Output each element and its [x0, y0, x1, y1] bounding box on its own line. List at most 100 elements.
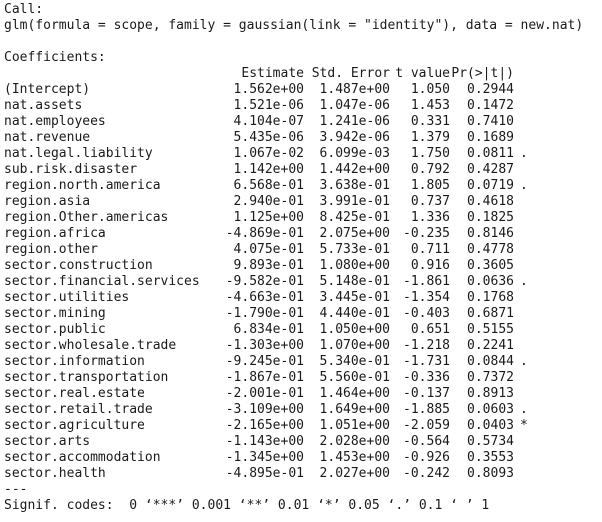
coef-t-value: -1.731 — [403, 354, 450, 369]
coef-estimate: 1.521e-06 — [233, 98, 304, 113]
coef-signif-code — [514, 114, 550, 130]
coef-name: region.africa — [4, 226, 106, 241]
header-estimate: Estimate — [241, 66, 304, 81]
coef-std-error: 3.638e-01 — [319, 178, 390, 193]
coef-std-error: 2.027e+00 — [319, 466, 390, 481]
coef-signif-code — [514, 466, 550, 482]
coef-p-value: 0.0603 — [467, 402, 514, 417]
coef-std-error: 5.733e-01 — [319, 242, 390, 257]
coef-p-value: 0.4618 — [467, 194, 514, 209]
coef-std-error: 8.425e-01 — [319, 210, 390, 225]
table-row: region.north.america 6.568e-01 3.638e-01 1.… — [4, 178, 602, 194]
table-row: sector.agriculture -2.165e+00 1.051e+00 -2.… — [4, 418, 602, 434]
coef-p-value: 0.2944 — [467, 82, 514, 97]
coefficients-header-row: Estimate Std. Error t value Pr(>|t|) — [4, 66, 602, 82]
coef-name: sector.retail.trade — [4, 402, 153, 417]
table-row: sector.accommodation -1.345e+00 1.453e+00-… — [4, 450, 602, 466]
coef-signif-code — [514, 386, 550, 402]
coef-name: sector.financial.services — [4, 274, 200, 289]
coef-estimate: -2.165e+00 — [225, 418, 304, 433]
coef-signif-code — [514, 338, 550, 354]
coef-std-error: 1.464e+00 — [319, 386, 390, 401]
coef-name: (Intercept) — [4, 82, 91, 97]
table-row: (Intercept) 1.562e+00 1.487e+00 1.050 0.2944 — [4, 82, 602, 98]
coef-signif-code — [514, 82, 550, 98]
coef-t-value: -1.885 — [403, 402, 450, 417]
coef-std-error: 5.560e-01 — [319, 370, 390, 385]
coef-name: region.other — [4, 242, 98, 257]
coef-p-value: 0.4287 — [467, 162, 514, 177]
coef-p-value: 0.0719 — [467, 178, 514, 193]
coef-p-value: 0.3605 — [467, 258, 514, 273]
table-row: sector.financial.services -9.582e-01 5.148… — [4, 274, 602, 290]
coef-p-value: 0.8146 — [467, 226, 514, 241]
table-row: sector.mining -1.790e-01 4.440e-01 -0.403 0.… — [4, 306, 602, 322]
coef-name: sector.agriculture — [4, 418, 145, 433]
coef-name: sector.mining — [4, 306, 106, 321]
coef-p-value: 0.1472 — [467, 98, 514, 113]
coef-signif-code — [514, 306, 550, 322]
coef-t-value: -1.354 — [403, 290, 450, 305]
coef-name: sector.utilities — [4, 290, 130, 305]
table-row: sub.risk.disaster 1.142e+00 1.442e+00 0.792… — [4, 162, 602, 178]
coef-p-value: 0.0636 — [467, 274, 514, 289]
coef-estimate: -1.867e-01 — [225, 370, 304, 385]
coef-estimate: -9.582e-01 — [225, 274, 304, 289]
coef-estimate: -1.143e+00 — [225, 434, 304, 449]
table-row: nat.employees 4.104e-07 1.241e-06 0.331 0.74… — [4, 114, 602, 130]
coef-t-value: 1.379 — [410, 130, 450, 145]
coef-p-value: 0.7410 — [467, 114, 514, 129]
coef-name: sector.wholesale.trade — [4, 338, 177, 353]
coef-t-value: 0.916 — [410, 258, 450, 273]
coef-std-error: 4.440e-01 — [319, 306, 390, 321]
coef-signif-code — [514, 450, 550, 466]
coef-estimate: -9.245e-01 — [225, 354, 304, 369]
coef-name: sector.public — [4, 322, 106, 337]
coef-p-value: 0.4778 — [467, 242, 514, 257]
table-row: sector.real.estate -2.001e-01 1.464e+00 -0.… — [4, 386, 602, 402]
coef-estimate: 1.125e+00 — [233, 210, 304, 225]
table-row: sector.construction 9.893e-01 1.080e+00 0.9… — [4, 258, 602, 274]
coef-signif-code — [514, 434, 550, 450]
table-row: region.other 4.075e-01 5.733e-01 0.711 0.477… — [4, 242, 602, 258]
coef-signif-code — [514, 194, 550, 210]
table-row: sector.public 6.834e-01 1.050e+00 0.651 0.51… — [4, 322, 602, 338]
coef-t-value: -0.242 — [403, 466, 450, 481]
coef-name: sector.transportation — [4, 370, 169, 385]
table-row: sector.transportation -1.867e-01 5.560e-01… — [4, 370, 602, 386]
coef-t-value: 1.750 — [410, 146, 450, 161]
coef-std-error: 1.050e+00 — [319, 322, 390, 337]
coef-p-value: 0.6871 — [467, 306, 514, 321]
header-std-error: Std. Error — [311, 66, 390, 81]
coef-t-value: -1.861 — [403, 274, 450, 289]
table-row: sector.health -4.895e-01 2.027e+00 -0.242 0.… — [4, 466, 602, 482]
coef-signif-code: . — [520, 274, 528, 289]
coef-signif-code: . — [520, 402, 528, 417]
coef-signif-code — [514, 242, 550, 258]
coef-t-value: 0.792 — [410, 162, 450, 177]
coef-estimate: -4.895e-01 — [225, 466, 304, 481]
table-row: sector.arts -1.143e+00 2.028e+00 -0.564 0.57… — [4, 434, 602, 450]
coef-signif-code — [514, 226, 550, 242]
call-label: Call: — [4, 2, 44, 17]
coef-estimate: 6.568e-01 — [233, 178, 304, 193]
coef-t-value: 0.651 — [410, 322, 450, 337]
coef-p-value: 0.8913 — [467, 386, 514, 401]
coef-std-error: 1.442e+00 — [319, 162, 390, 177]
coef-estimate: 4.075e-01 — [233, 242, 304, 257]
coef-signif-code — [514, 98, 550, 114]
coef-t-value: -0.235 — [403, 226, 450, 241]
coef-p-value: 0.2241 — [467, 338, 514, 353]
coef-name: region.asia — [4, 194, 91, 209]
header-t-value: t value — [395, 66, 450, 81]
coef-std-error: 1.047e-06 — [319, 98, 390, 113]
coef-signif-code: . — [520, 146, 528, 161]
coef-name: nat.assets — [4, 98, 83, 113]
coef-estimate: -1.345e+00 — [225, 450, 304, 465]
coef-t-value: 1.805 — [410, 178, 450, 193]
coef-std-error: 1.051e+00 — [319, 418, 390, 433]
call-text: glm(formula = scope, family = gaussian(l… — [4, 18, 584, 33]
coef-name: nat.revenue — [4, 130, 91, 145]
coef-name: sector.construction — [4, 258, 153, 273]
